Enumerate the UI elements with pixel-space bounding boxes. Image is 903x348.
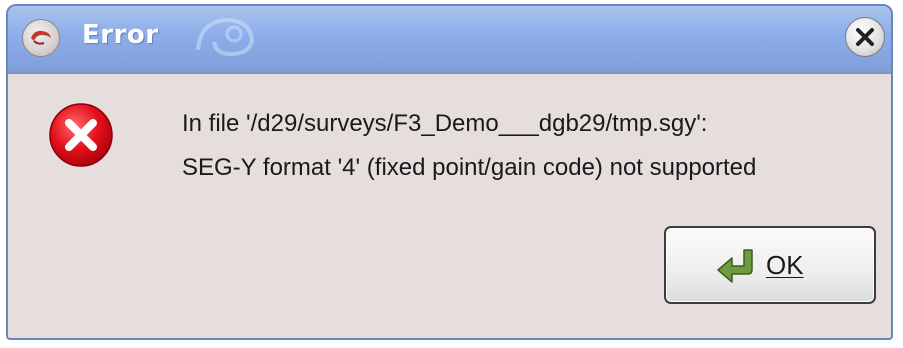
ok-button-label: OK	[766, 250, 804, 280]
close-button[interactable]	[845, 17, 885, 57]
title-bar[interactable]: Error	[8, 6, 891, 74]
watermark-logo-icon	[190, 10, 260, 69]
error-dialog: Error In file '/d29/surveys/F3_Demo___dg…	[6, 4, 893, 340]
error-icon	[48, 102, 114, 168]
error-message-line-2: SEG-Y format '4' (fixed point/gain code)…	[182, 154, 757, 181]
window-title: Error	[82, 20, 159, 50]
close-icon	[856, 28, 874, 46]
enter-arrow-icon	[716, 248, 756, 289]
window-app-icon[interactable]	[22, 19, 60, 57]
ok-button[interactable]: OK	[664, 226, 876, 304]
error-message-line-1: In file '/d29/surveys/F3_Demo___dgb29/tm…	[182, 110, 708, 137]
